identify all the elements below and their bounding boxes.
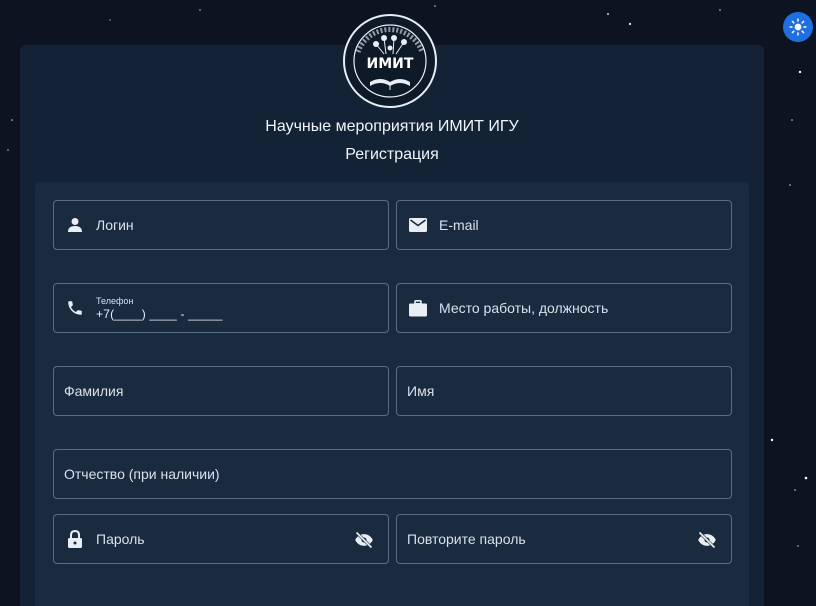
name-placeholder: Имя	[407, 383, 435, 399]
page-subtitle: Регистрация	[345, 146, 439, 163]
workplace-field[interactable]: Место работы, должность	[396, 283, 732, 333]
email-field[interactable]: E-mail	[396, 200, 732, 250]
theme-toggle-button[interactable]	[783, 12, 813, 42]
lock-icon	[66, 530, 84, 548]
login-placeholder: Логин	[96, 217, 134, 233]
surname-placeholder: Фамилия	[64, 383, 124, 399]
name-field[interactable]: Имя	[396, 366, 732, 416]
mail-icon	[409, 216, 427, 234]
user-icon	[66, 216, 84, 234]
login-field[interactable]: Логин	[53, 200, 389, 250]
imit-logo: ИМИТ	[338, 12, 442, 110]
phone-field[interactable]: Телефон +7(____) ____ - _____	[53, 283, 389, 333]
briefcase-icon	[409, 299, 427, 317]
phone-label: Телефон	[96, 295, 134, 306]
password-repeat-field[interactable]: Повторите пароль	[396, 514, 732, 564]
eye-off-icon[interactable]	[354, 530, 374, 550]
logo-text: ИМИТ	[366, 56, 414, 72]
email-placeholder: E-mail	[439, 217, 479, 233]
patronymic-field[interactable]: Отчество (при наличии)	[53, 449, 732, 499]
surname-field[interactable]: Фамилия	[53, 366, 389, 416]
password-repeat-placeholder: Повторите пароль	[407, 531, 526, 547]
sun-icon	[789, 18, 807, 36]
phone-icon	[66, 299, 84, 317]
password-field[interactable]: Пароль	[53, 514, 389, 564]
phone-mask-value: +7(____) ____ - _____	[96, 306, 223, 321]
workplace-placeholder: Место работы, должность	[439, 300, 609, 316]
password-placeholder: Пароль	[96, 531, 145, 547]
page-title: Научные мероприятия ИМИТ ИГУ	[265, 118, 519, 135]
eye-off-icon[interactable]	[697, 530, 717, 550]
patronymic-placeholder: Отчество (при наличии)	[64, 466, 220, 482]
